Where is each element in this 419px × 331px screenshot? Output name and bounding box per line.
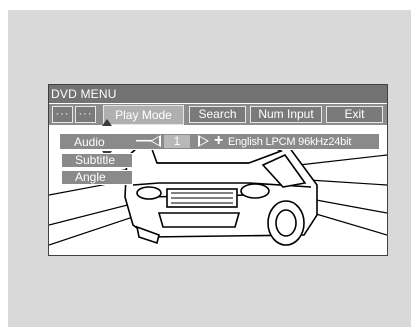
- subtitle-button[interactable]: Subtitle: [61, 153, 133, 168]
- audio-track-info: English LPCM 96kHz24bit: [228, 136, 352, 148]
- menu-title: DVD MENU: [49, 85, 387, 103]
- dvd-screen: DVD MENU ··· ··· Play Mode Search Num In…: [48, 84, 388, 256]
- audio-row[interactable]: Audio — 1 + English LPCM 96kHz24bit: [59, 132, 380, 150]
- audio-label: Audio: [74, 135, 105, 149]
- audio-track-number: 1: [164, 135, 190, 148]
- more-button-2[interactable]: ···: [75, 106, 96, 123]
- menu-bar: ··· ··· Play Mode Search Num Input Exit: [49, 103, 387, 125]
- more-button-1[interactable]: ···: [52, 106, 73, 123]
- search-button[interactable]: Search: [189, 106, 246, 123]
- selection-pointer-up-icon: [102, 119, 112, 126]
- exit-button[interactable]: Exit: [326, 106, 383, 123]
- triangle-right-icon[interactable]: [198, 135, 209, 147]
- num-input-button[interactable]: Num Input: [250, 106, 322, 123]
- play-mode-button[interactable]: Play Mode: [103, 105, 184, 125]
- angle-button[interactable]: Angle: [61, 170, 133, 185]
- audio-increase-button[interactable]: +: [214, 132, 223, 150]
- triangle-left-icon[interactable]: [150, 135, 161, 147]
